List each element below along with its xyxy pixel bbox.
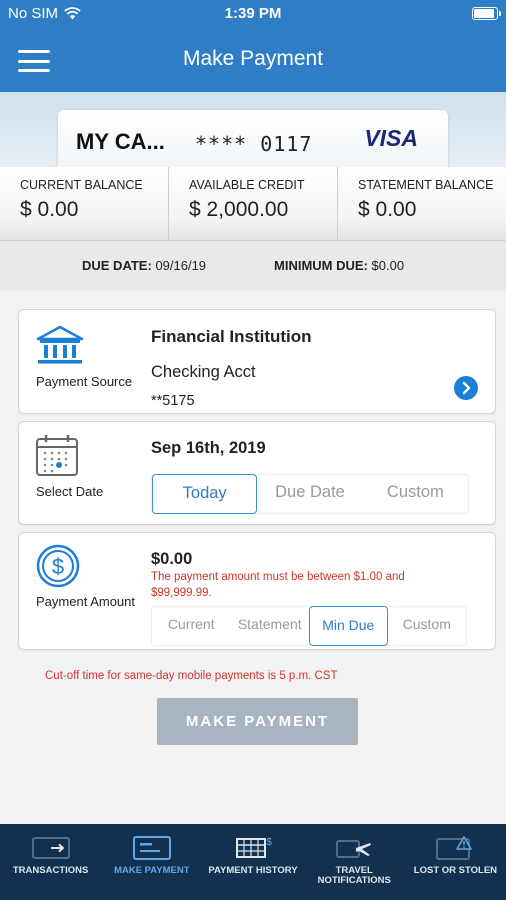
card-masked-number: **** 0117 (195, 132, 313, 156)
card-header: MY CA... **** 0117 VISA (0, 92, 506, 167)
tab-label: TRANSACTIONS (12, 865, 89, 876)
account-name: Checking Acct (151, 363, 256, 381)
account-number: **5175 (151, 393, 195, 409)
tab-label: MAKE PAYMENT (114, 865, 190, 876)
date-option-custom[interactable]: Custom (363, 474, 468, 514)
svg-text:$: $ (52, 554, 64, 579)
minimum-due: MINIMUM DUE: $0.00 (274, 258, 404, 273)
amount-option-statement[interactable]: Statement (231, 606, 310, 646)
select-date-label: Select Date (36, 484, 104, 499)
due-date: DUE DATE: 09/16/19 (82, 258, 206, 273)
card-payment-icon (132, 836, 171, 860)
payment-amount-label: Payment Amount (36, 594, 135, 609)
navigation-bar: Make Payment (0, 28, 506, 92)
amount-option-current[interactable]: Current (152, 606, 231, 646)
amount-option-selector: Current Statement Min Due Custom (151, 606, 467, 646)
select-date-panel: Select Date Sep 16th, 2019 Today Due Dat… (18, 421, 496, 525)
balance-value: $ 0.00 (358, 198, 417, 221)
status-bar: No SIM 1:39 PM (0, 0, 506, 28)
svg-text:$: $ (266, 837, 272, 848)
bank-icon (36, 325, 84, 364)
card-name: MY CA... (76, 129, 165, 154)
tab-make-payment[interactable]: MAKE PAYMENT (101, 824, 202, 900)
date-option-today[interactable]: Today (152, 474, 258, 514)
tab-lost-or-stolen[interactable]: LOST OR STOLEN (405, 824, 506, 900)
tab-travel-notifications[interactable]: TRAVEL NOTIFICATIONS (304, 824, 405, 900)
due-info: DUE DATE: 09/16/19 MINIMUM DUE: $0.00 (0, 241, 506, 291)
available-credit: AVAILABLE CREDIT $ 2,000.00 (169, 167, 338, 240)
page-title: Make Payment (182, 47, 324, 70)
selected-date: Sep 16th, 2019 (151, 439, 266, 457)
minimum-due-value: $0.00 (371, 258, 405, 273)
payment-amount-value[interactable]: $0.00 (151, 550, 192, 569)
institution-title: Financial Institution (151, 327, 312, 346)
make-payment-button[interactable]: MAKE PAYMENT (157, 698, 358, 745)
payment-source-panel[interactable]: Payment Source Financial Institution Che… (18, 309, 496, 414)
amount-error-message: The payment amount must be between $1.00… (151, 571, 405, 599)
dollar-circle-icon: $ (36, 544, 80, 588)
statement-balance: STATEMENT BALANCE $ 0.00 (338, 167, 506, 240)
calendar-icon (36, 435, 78, 476)
credit-card-image: MY CA... **** 0117 VISA (58, 110, 448, 167)
lost-card-icon (436, 836, 473, 860)
amount-option-min-due[interactable]: Min Due (309, 606, 388, 646)
balance-value: $ 0.00 (20, 198, 79, 221)
date-option-due-date[interactable]: Due Date (257, 474, 362, 514)
tab-label: LOST OR STOLEN (413, 865, 498, 876)
date-option-selector: Today Due Date Custom (151, 474, 469, 514)
visa-logo: VISA (364, 125, 418, 151)
chevron-right-icon[interactable] (454, 376, 478, 400)
tab-payment-history[interactable]: $ PAYMENT HISTORY (202, 824, 303, 900)
current-balance: CURRENT BALANCE $ 0.00 (0, 167, 169, 240)
tab-label: TRAVEL NOTIFICATIONS (317, 865, 391, 886)
due-date-value: 09/16/19 (155, 258, 207, 273)
tab-label: PAYMENT HISTORY (208, 865, 298, 876)
cutoff-notice: Cut-off time for same-day mobile payment… (45, 670, 338, 682)
travel-icon (336, 840, 372, 858)
balance-value: $ 2,000.00 (189, 198, 289, 221)
payment-source-label: Payment Source (36, 374, 133, 389)
clock: 1:39 PM (224, 5, 282, 22)
balance-label: CURRENT BALANCE (20, 178, 143, 192)
transactions-icon (31, 837, 70, 859)
bottom-tab-bar: TRANSACTIONS MAKE PAYMENT $ PAYMENT HIST… (0, 824, 506, 900)
balance-summary: CURRENT BALANCE $ 0.00 AVAILABLE CREDIT … (0, 167, 506, 241)
minimum-due-label: MINIMUM DUE: (274, 258, 368, 273)
payment-amount-panel: $ Payment Amount $0.00 The payment amoun… (18, 532, 496, 650)
amount-option-custom[interactable]: Custom (388, 606, 467, 646)
balance-label: AVAILABLE CREDIT (189, 178, 305, 192)
tab-transactions[interactable]: TRANSACTIONS (0, 824, 101, 900)
battery-icon (472, 7, 501, 20)
payment-history-icon: $ (236, 837, 272, 858)
due-date-label: DUE DATE: (82, 258, 152, 273)
balance-label: STATEMENT BALANCE (358, 178, 494, 192)
